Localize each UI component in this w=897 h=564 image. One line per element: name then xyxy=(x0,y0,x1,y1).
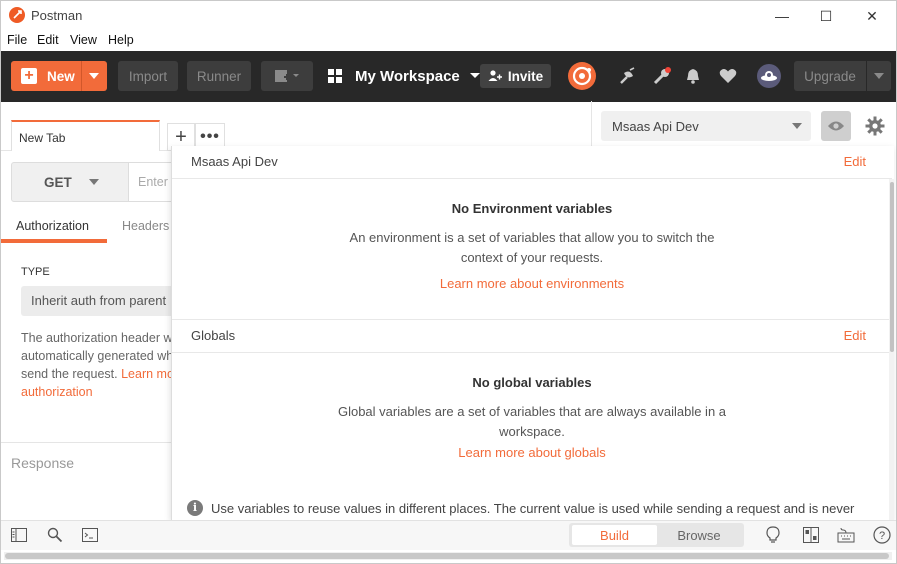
heart-icon[interactable] xyxy=(717,65,739,87)
new-button-label: New xyxy=(47,68,75,84)
method-label: GET xyxy=(44,174,72,190)
help-icon[interactable]: ? xyxy=(873,526,891,544)
add-user-icon xyxy=(488,70,502,81)
variables-info-text: Use variables to reuse values in differe… xyxy=(211,501,855,516)
globals-section-title: Globals xyxy=(191,328,236,343)
horizontal-scrollbar-thumb[interactable] xyxy=(5,553,889,559)
chevron-down-icon xyxy=(874,73,884,79)
settings-wrench-icon[interactable] xyxy=(651,65,673,87)
workspace-selector[interactable]: My Workspace xyxy=(328,61,481,91)
chevron-down-icon xyxy=(792,123,802,129)
learn-more-auth-link[interactable]: authorization xyxy=(21,385,93,399)
minimize-button[interactable]: — xyxy=(760,2,804,30)
help-icon-glyph: ? xyxy=(879,530,885,542)
menu-bar: File Edit View Help xyxy=(1,30,896,50)
env-description: context of your requests. xyxy=(460,250,604,265)
edit-environment-button[interactable]: Edit xyxy=(844,154,866,169)
response-heading: Response xyxy=(11,455,75,471)
new-dropdown-caret-icon[interactable] xyxy=(89,73,99,79)
keyboard-shortcuts-icon[interactable] xyxy=(837,526,855,544)
auth-type-select[interactable]: Inherit auth from parent xyxy=(21,286,181,316)
eye-icon xyxy=(828,121,844,131)
new-window-button[interactable] xyxy=(261,61,313,91)
menu-edit[interactable]: Edit xyxy=(37,33,59,47)
runner-button[interactable]: Runner xyxy=(187,61,251,91)
toggle-sidebar-icon[interactable] xyxy=(10,526,28,544)
chevron-down-icon xyxy=(88,179,99,185)
info-icon: i xyxy=(187,500,203,516)
environment-quick-look-panel: Msaas Api Dev Edit No Environment variab… xyxy=(171,146,894,520)
new-window-icon xyxy=(275,70,299,82)
import-button[interactable]: Import xyxy=(118,61,178,91)
panel-scrollbar-thumb[interactable] xyxy=(890,182,894,352)
maximize-button[interactable]: ☐ xyxy=(804,2,848,30)
response-divider xyxy=(1,442,171,443)
user-avatar-icon[interactable] xyxy=(757,64,781,88)
globals-description: Global variables are a set of variables … xyxy=(337,404,727,419)
sync-status-icon[interactable] xyxy=(567,61,597,91)
close-window-button[interactable]: ✕ xyxy=(850,2,894,30)
edit-globals-button[interactable]: Edit xyxy=(844,328,866,343)
learn-more-globals-link[interactable]: Learn more about globals xyxy=(458,445,605,460)
window-title: Postman xyxy=(31,8,83,23)
env-divider xyxy=(591,101,592,146)
build-mode-button[interactable]: Build xyxy=(572,525,657,545)
status-bar xyxy=(1,520,896,550)
menu-view[interactable]: View xyxy=(70,33,97,47)
auth-description-line: automatically generated wh xyxy=(21,349,174,363)
tab-authorization[interactable]: Authorization xyxy=(16,219,89,233)
two-pane-view-icon[interactable] xyxy=(802,526,820,544)
header-toolbar: + New Import Runner My Workspace Invite xyxy=(1,51,896,102)
no-env-variables-title: No Environment variables xyxy=(451,201,613,216)
tab-headers[interactable]: Headers xyxy=(122,219,169,233)
environment-label: Msaas Api Dev xyxy=(612,118,699,134)
gear-icon xyxy=(865,116,885,136)
environment-section-title: Msaas Api Dev xyxy=(191,154,278,169)
auth-description-line: The authorization header w xyxy=(21,331,173,345)
section-divider xyxy=(172,319,892,320)
request-tab[interactable]: New Tab xyxy=(11,120,160,151)
satellite-icon[interactable] xyxy=(617,65,639,87)
workspace-label: My Workspace xyxy=(355,67,460,85)
invite-button[interactable]: Invite xyxy=(480,64,551,88)
console-icon[interactable] xyxy=(81,526,99,544)
postman-logo-icon xyxy=(9,7,25,23)
workspace-grid-icon xyxy=(328,69,342,83)
title-bar: Postman — ☐ ✕ xyxy=(1,1,896,30)
upgrade-dropdown-button[interactable] xyxy=(867,61,891,91)
active-tab-indicator xyxy=(1,239,107,243)
auth-description-text: send the request. xyxy=(21,367,118,381)
menu-file[interactable]: File xyxy=(7,33,27,47)
menu-help[interactable]: Help xyxy=(108,33,134,47)
environment-select[interactable]: Msaas Api Dev xyxy=(601,111,811,141)
plus-icon: + xyxy=(21,68,37,84)
env-description: An environment is a set of variables tha… xyxy=(349,230,715,245)
learn-more-environments-link[interactable]: Learn more about environments xyxy=(440,276,624,291)
section-divider xyxy=(172,178,892,179)
globals-description: workspace. xyxy=(499,424,565,439)
chevron-down-icon xyxy=(469,73,480,78)
no-global-variables-title: No global variables xyxy=(472,375,592,390)
method-select[interactable]: GET xyxy=(11,162,129,202)
manage-environments-button[interactable] xyxy=(862,113,888,139)
learn-more-auth-link[interactable]: Learn mo xyxy=(121,367,174,381)
section-divider xyxy=(172,352,892,353)
auth-description-line: send the request. Learn mo xyxy=(21,367,174,381)
notifications-bell-icon[interactable] xyxy=(682,65,704,87)
new-button-divider xyxy=(81,61,82,91)
upgrade-button[interactable]: Upgrade xyxy=(794,61,866,91)
invite-label: Invite xyxy=(507,68,544,84)
new-button[interactable]: + New xyxy=(11,61,107,91)
bootcamp-lightbulb-icon[interactable] xyxy=(764,526,782,544)
browse-mode-button[interactable]: Browse xyxy=(657,525,741,545)
environment-quick-look-button[interactable] xyxy=(821,111,851,141)
find-replace-icon[interactable] xyxy=(46,526,64,544)
auth-type-label: TYPE xyxy=(21,266,50,278)
